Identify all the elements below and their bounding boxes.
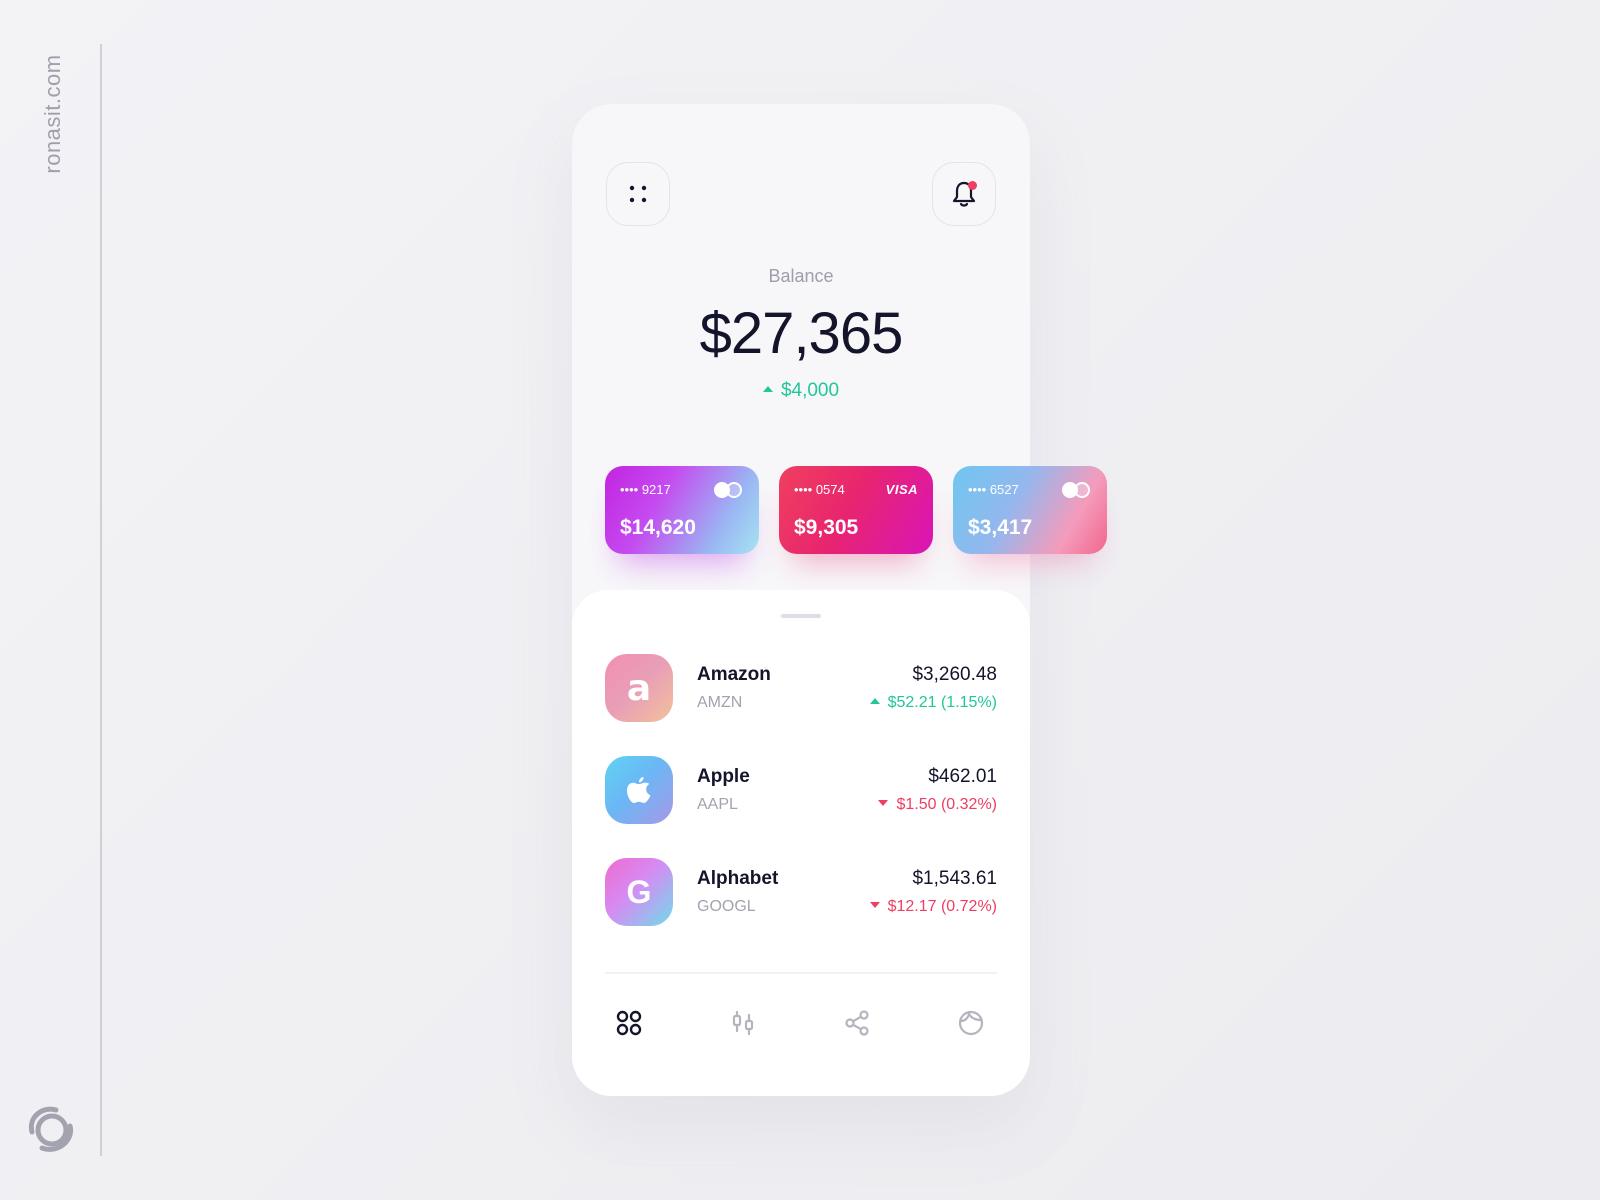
- brand-logo-icon: [28, 1106, 74, 1152]
- menu-button[interactable]: [606, 162, 670, 226]
- balance-value: $27,365: [699, 301, 904, 366]
- arrow-up-icon: [762, 385, 773, 392]
- phone-screen: Balance $27,365 $4,000 •••• 9217 $14,620…: [572, 104, 1107, 1096]
- stock-row-aapl[interactable]: Apple AAPL $462.01 $1.50 (0.32%): [605, 756, 997, 824]
- stock-change-value: $1.50 (0.32%): [896, 796, 997, 813]
- card-number: •••• 9217: [620, 482, 671, 497]
- arrow-up-icon: [869, 697, 880, 704]
- arrow-down-icon: [869, 901, 880, 908]
- apple-logo-icon: [605, 756, 673, 824]
- stock-row-amzn[interactable]: a Amazon AMZN $3,260.48 $52.21 (1.15%): [605, 654, 997, 722]
- nav-divider: [605, 972, 997, 974]
- card-amount: $14,620: [620, 516, 696, 539]
- stock-ticker: AAPL: [697, 796, 738, 813]
- stock-change: $1.50 (0.32%): [878, 796, 997, 814]
- stock-price: $3,260.48: [912, 664, 997, 685]
- stock-name: Apple: [697, 766, 750, 787]
- stock-ticker: AMZN: [697, 694, 743, 711]
- mastercard-icon: [714, 482, 744, 498]
- sheet-drag-handle[interactable]: [781, 614, 821, 618]
- apple-icon: [627, 777, 651, 803]
- stock-change-value: $12.17 (0.72%): [887, 898, 997, 915]
- bottom-nav: [572, 998, 1030, 1048]
- card-0574[interactable]: •••• 0574 VISA $9,305: [779, 466, 933, 554]
- stock-price: $462.01: [928, 766, 997, 787]
- stock-name: Alphabet: [697, 868, 779, 889]
- card-number: •••• 6527: [968, 482, 1019, 497]
- amazon-logo-icon: a: [605, 654, 673, 722]
- card-9217[interactable]: •••• 9217 $14,620: [605, 466, 759, 554]
- stock-row-googl[interactable]: G Alphabet GOOGL $1,543.61 $12.17 (0.72%…: [605, 858, 997, 926]
- card-amount: $3,417: [968, 516, 1033, 539]
- stock-price: $1,543.61: [912, 868, 997, 889]
- site-label: ronasit.com: [38, 44, 68, 184]
- dashboard-icon: [616, 1010, 642, 1036]
- card-number: •••• 0574: [794, 482, 845, 497]
- grid-dots-icon: [629, 185, 647, 203]
- arrow-down-icon: [878, 799, 889, 806]
- stock-ticker: GOOGL: [697, 898, 756, 915]
- share-icon: [845, 1010, 869, 1036]
- nav-dashboard[interactable]: [604, 998, 654, 1048]
- stocks-sheet: a Amazon AMZN $3,260.48 $52.21 (1.15%) A…: [572, 590, 1030, 1096]
- nav-markets[interactable]: [718, 998, 768, 1048]
- stock-change: $12.17 (0.72%): [869, 898, 997, 916]
- balance-change-value: $4,000: [780, 380, 840, 401]
- profile-icon: [958, 1010, 984, 1036]
- notification-dot: [968, 181, 977, 190]
- candlestick-icon: [732, 1010, 754, 1036]
- card-amount: $9,305: [794, 516, 859, 539]
- rail-divider: [100, 44, 102, 1156]
- nav-profile[interactable]: [946, 998, 996, 1048]
- stock-name: Amazon: [697, 664, 771, 685]
- balance-label: Balance: [768, 266, 834, 286]
- visa-logo: VISA: [885, 482, 918, 497]
- stock-change-value: $52.21 (1.15%): [887, 694, 997, 711]
- notifications-button[interactable]: [932, 162, 996, 226]
- balance-change: $4,000: [572, 380, 1030, 402]
- card-6527[interactable]: •••• 6527 $3,417: [953, 466, 1107, 554]
- site-label-text: ronasit.com: [40, 54, 65, 174]
- alphabet-logo-icon: G: [605, 858, 673, 926]
- stock-change: $52.21 (1.15%): [869, 694, 997, 712]
- nav-share[interactable]: [832, 998, 882, 1048]
- mastercard-icon: [1062, 482, 1092, 498]
